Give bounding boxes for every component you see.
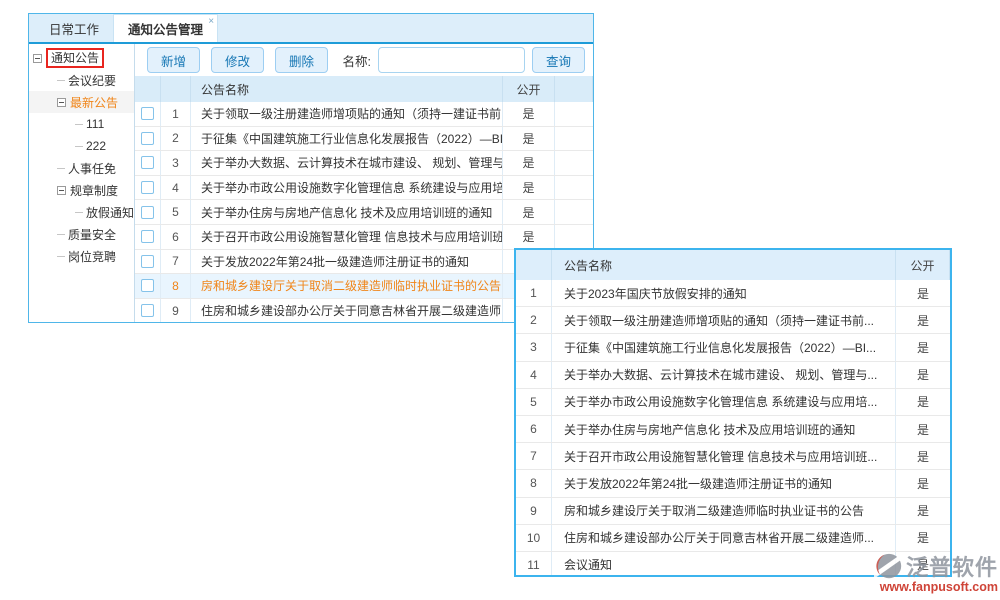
toolbar: 新增 修改 删除 名称: 查询 <box>135 44 593 76</box>
tree-node-notice-root[interactable]: 通知公告 <box>29 47 134 69</box>
fanpu-logo-icon <box>874 551 904 581</box>
popup-table-row[interactable]: 8 关于发放2022年第24批一级建造师注册证书的通知 是 <box>516 470 950 497</box>
tree-node-holiday-notice[interactable]: 放假通知 <box>29 201 134 223</box>
row-checkbox[interactable] <box>141 132 154 145</box>
name-input[interactable] <box>378 47 525 73</box>
header-name-cell: 公告名称 <box>191 76 503 102</box>
popup-header-public-cell: 公开 <box>896 250 950 280</box>
tree-node-rules[interactable]: 规章制度 <box>29 179 134 201</box>
table-row[interactable]: 6 关于召开市政公用设施智慧化管理 信息技术与应用培训班... 是 <box>135 225 593 250</box>
header-spacer-cell <box>555 76 593 102</box>
row-checkbox[interactable] <box>141 156 154 169</box>
tab-daily-work[interactable]: 日常工作 <box>35 14 113 42</box>
tree-node-meeting-minutes[interactable]: 会议纪要 <box>29 69 134 91</box>
search-button[interactable]: 查询 <box>532 47 585 73</box>
notice-management-window: 日常工作 通知公告管理 × 通知公告 会议纪要 最新公告 <box>28 13 594 323</box>
table-row[interactable]: 2 于征集《中国建筑施工行业信息化发展报告（2022）—BI... 是 <box>135 127 593 152</box>
tree-connector <box>57 234 65 235</box>
header-public-cell: 公开 <box>503 76 555 102</box>
tree-connector <box>57 256 65 257</box>
table-row[interactable]: 4 关于举办市政公用设施数字化管理信息 系统建设与应用培... 是 <box>135 176 593 201</box>
table-row[interactable]: 1 关于领取一级注册建造师增项贴的通知（须持一建证书前... 是 <box>135 102 593 127</box>
row-checkbox[interactable] <box>141 230 154 243</box>
popup-table-row[interactable]: 1 关于2023年国庆节放假安排的通知 是 <box>516 280 950 307</box>
popup-table-row[interactable]: 10 住房和城乡建设部办公厅关于同意吉林省开展二级建造师... 是 <box>516 525 950 552</box>
row-checkbox[interactable] <box>141 107 154 120</box>
table-row[interactable]: 5 关于举办住房与房地产信息化 技术及应用培训班的通知 是 <box>135 200 593 225</box>
row-checkbox[interactable] <box>141 206 154 219</box>
table-row[interactable]: 3 关于举办大数据、云计算技术在城市建设、 规划、管理与... 是 <box>135 151 593 176</box>
tab-notice-management[interactable]: 通知公告管理 × <box>113 14 218 42</box>
tree-node-222[interactable]: 222 <box>29 135 134 157</box>
table-header-row: 公告名称 公开 <box>135 76 593 102</box>
row-checkbox[interactable] <box>141 255 154 268</box>
tab-label: 日常工作 <box>49 19 99 38</box>
popup-header-name-cell: 公告名称 <box>552 250 896 280</box>
collapse-icon[interactable] <box>57 186 66 195</box>
tree-connector <box>75 212 83 213</box>
row-checkbox[interactable] <box>141 279 154 292</box>
watermark-url: www.fanpusoft.com <box>874 580 998 594</box>
tree-node-latest-notices[interactable]: 最新公告 <box>29 91 134 113</box>
edit-button[interactable]: 修改 <box>211 47 264 73</box>
window-body: 通知公告 会议纪要 最新公告 111 222 <box>29 44 593 322</box>
announcement-list-popup: 公告名称 公开 1 关于2023年国庆节放假安排的通知 是 2 关于领取一级注册… <box>514 248 952 577</box>
collapse-icon[interactable] <box>57 98 66 107</box>
watermark-brand: 泛普软件 <box>906 550 998 582</box>
close-icon[interactable]: × <box>208 17 214 27</box>
popup-table-row[interactable]: 7 关于召开市政公用设施智慧化管理 信息技术与应用培训班... 是 <box>516 443 950 470</box>
popup-table-row[interactable]: 5 关于举办市政公用设施数字化管理信息 系统建设与应用培... 是 <box>516 389 950 416</box>
delete-button[interactable]: 删除 <box>275 47 328 73</box>
tree-connector <box>75 124 83 125</box>
popup-table-row[interactable]: 3 于征集《中国建筑施工行业信息化发展报告（2022）—BI... 是 <box>516 334 950 361</box>
tree-connector <box>57 168 65 169</box>
header-checkbox-cell <box>135 76 161 102</box>
tab-label: 通知公告管理 <box>128 19 203 38</box>
tree-node-111[interactable]: 111 <box>29 113 134 135</box>
popup-header-number-cell <box>516 250 552 280</box>
name-label: 名称: <box>343 51 371 70</box>
tree-node-personnel[interactable]: 人事任免 <box>29 157 134 179</box>
header-number-cell <box>161 76 191 102</box>
tree-node-quality-safety[interactable]: 质量安全 <box>29 223 134 245</box>
tree-connector <box>57 80 65 81</box>
add-button[interactable]: 新增 <box>147 47 200 73</box>
tab-bar: 日常工作 通知公告管理 × <box>29 14 593 44</box>
category-tree: 通知公告 会议纪要 最新公告 111 222 <box>29 44 135 322</box>
search-group: 名称: 查询 <box>343 47 586 73</box>
popup-table-row[interactable]: 2 关于领取一级注册建造师增项贴的通知（须持一建证书前... 是 <box>516 307 950 334</box>
row-checkbox[interactable] <box>141 181 154 194</box>
popup-table-row[interactable]: 4 关于举办大数据、云计算技术在城市建设、 规划、管理与... 是 <box>516 362 950 389</box>
watermark: 泛普软件 www.fanpusoft.com <box>874 550 998 594</box>
popup-header-row: 公告名称 公开 <box>516 250 950 280</box>
tree-node-job-competition[interactable]: 岗位竞聘 <box>29 245 134 267</box>
row-checkbox[interactable] <box>141 304 154 317</box>
tree-connector <box>75 146 83 147</box>
popup-table-row[interactable]: 6 关于举办住房与房地产信息化 技术及应用培训班的通知 是 <box>516 416 950 443</box>
popup-table-row[interactable]: 9 房和城乡建设厅关于取消二级建造师临时执业证书的公告 是 <box>516 498 950 525</box>
screen: 日常工作 通知公告管理 × 通知公告 会议纪要 最新公告 <box>0 0 1000 600</box>
collapse-icon[interactable] <box>33 54 42 63</box>
annotation-highlight-box: 通知公告 <box>46 48 104 68</box>
